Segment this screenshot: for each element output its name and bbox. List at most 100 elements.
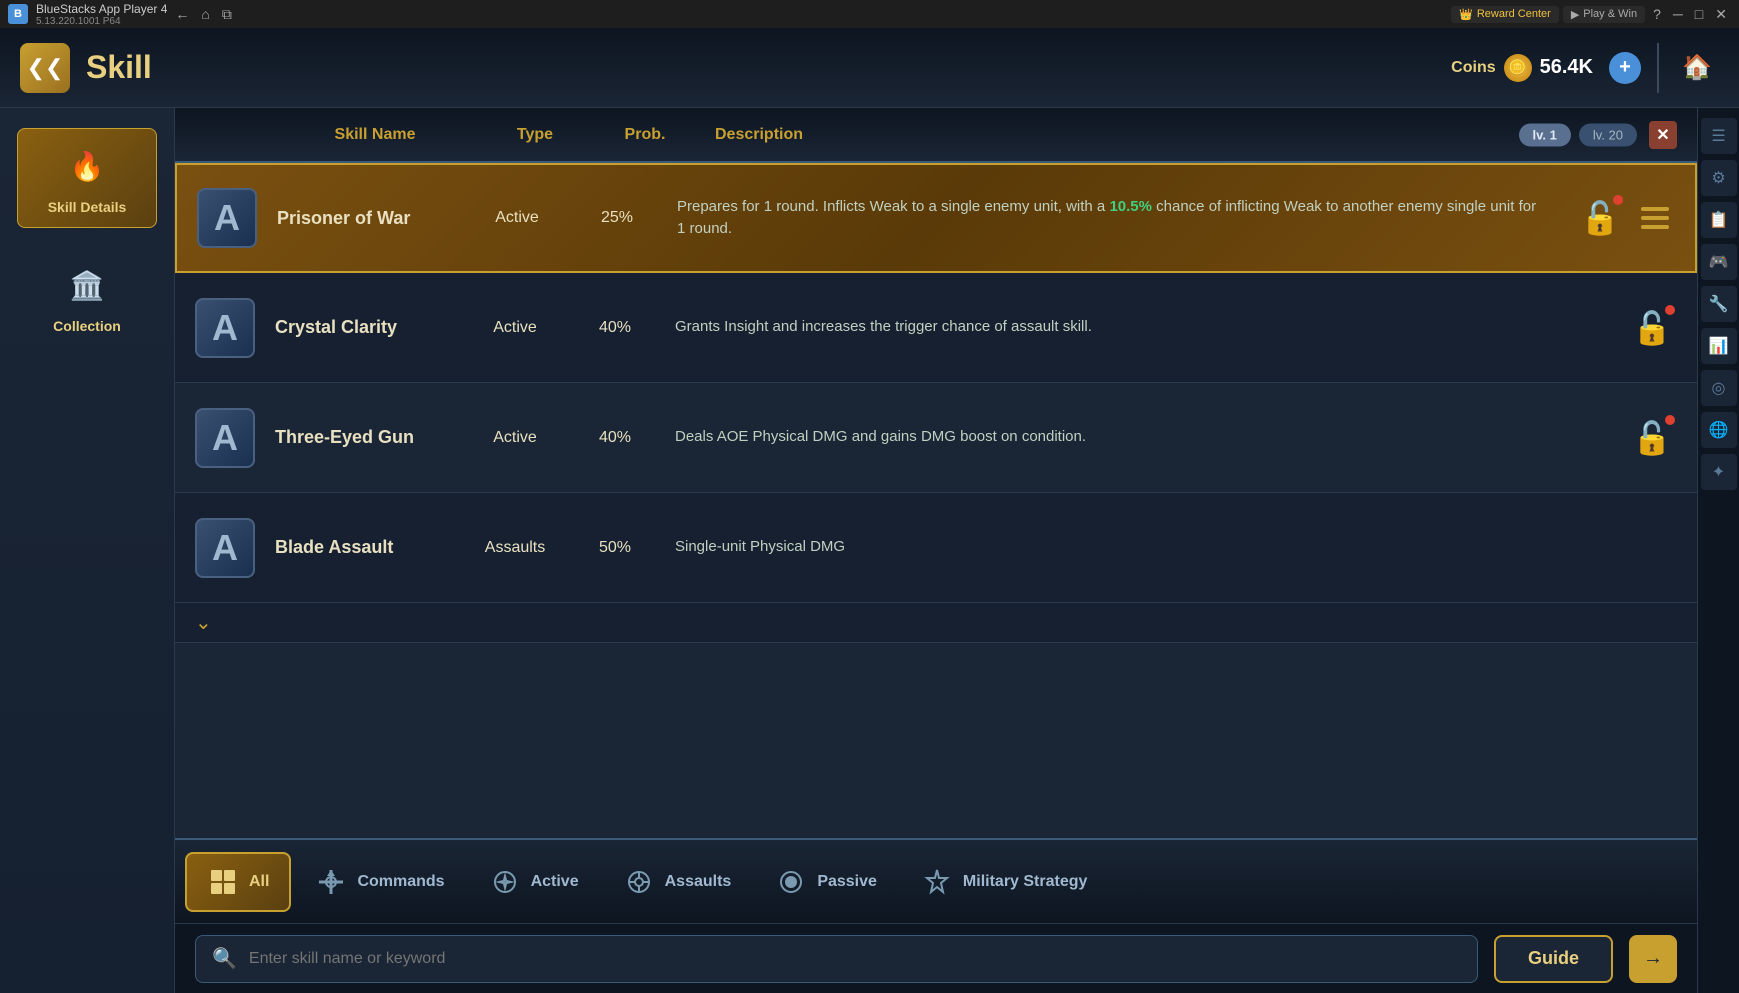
commands-icon bbox=[315, 866, 347, 898]
page-title: Skill bbox=[86, 49, 152, 86]
search-icon: 🔍 bbox=[212, 946, 237, 971]
filter-active-button[interactable]: Active bbox=[469, 852, 599, 912]
skill-lock-3[interactable]: 🔓 bbox=[1627, 413, 1677, 463]
play-win-button[interactable]: ▶ Play & Win bbox=[1563, 6, 1645, 23]
collection-icon: 🏛️ bbox=[62, 260, 112, 310]
coins-amount: 56.4K bbox=[1540, 56, 1593, 79]
panel-icon-8[interactable]: 🌐 bbox=[1701, 412, 1737, 448]
add-coins-button[interactable]: + bbox=[1609, 52, 1641, 84]
filter-military-button[interactable]: Military Strategy bbox=[901, 852, 1107, 912]
content-area: Skill Name Type Prob. Description lv. 1 … bbox=[175, 108, 1697, 993]
skill-desc-2: Grants Insight and increases the trigger… bbox=[655, 316, 1617, 339]
panel-icon-4[interactable]: 🎮 bbox=[1701, 244, 1737, 280]
panel-icon-7[interactable]: ◎ bbox=[1701, 370, 1737, 406]
back-nav-icon[interactable]: ← bbox=[175, 6, 189, 22]
collection-label: Collection bbox=[53, 318, 121, 334]
skill-type-3: Active bbox=[455, 429, 575, 447]
filter-military-label: Military Strategy bbox=[963, 873, 1087, 891]
skill-letter-a-3: A bbox=[195, 408, 255, 468]
home-nav-icon[interactable]: ⌂ bbox=[201, 6, 209, 22]
skill-letter-a-4: A bbox=[195, 518, 255, 578]
skill-type-2: Active bbox=[455, 319, 575, 337]
level-20-pill[interactable]: lv. 20 bbox=[1579, 123, 1637, 146]
coins-display: Coins 🪙 56.4K bbox=[1451, 54, 1593, 82]
close-window-button[interactable]: ✕ bbox=[1711, 6, 1731, 23]
expand-chevron[interactable]: ⌄ bbox=[195, 610, 212, 635]
skill-row-crystal-clarity[interactable]: A Crystal Clarity Active 40% Grants Insi… bbox=[175, 273, 1697, 383]
panel-icon-1[interactable]: ☰ bbox=[1701, 118, 1737, 154]
filter-passive-button[interactable]: Passive bbox=[755, 852, 897, 912]
header-right: Coins 🪙 56.4K + 🏠 bbox=[1451, 43, 1719, 93]
lock-icon-2: 🔓 bbox=[1632, 309, 1672, 347]
all-icon bbox=[207, 866, 239, 898]
col-skill-name: Skill Name bbox=[275, 126, 475, 144]
home-icon: 🏠 bbox=[1682, 53, 1712, 82]
filter-all-label: All bbox=[249, 873, 269, 891]
app-version: 5.13.220.1001 P64 bbox=[36, 16, 167, 27]
skill-prob-3: 40% bbox=[575, 429, 655, 447]
reward-center-button[interactable]: 👑 Reward Center bbox=[1451, 6, 1559, 23]
skill-type-4: Assaults bbox=[455, 539, 575, 557]
skill-row-blade-assault[interactable]: A Blade Assault Assaults 50% Single-unit… bbox=[175, 493, 1697, 603]
level-selector: lv. 1 lv. 20 bbox=[1519, 123, 1637, 146]
title-bar-right: 👑 Reward Center ▶ Play & Win ? ─ □ ✕ bbox=[1451, 6, 1731, 23]
lock-icon-1: 🔓 bbox=[1580, 199, 1620, 237]
filter-all-button[interactable]: All bbox=[185, 852, 291, 912]
panel-icon-2[interactable]: ⚙ bbox=[1701, 160, 1737, 196]
skill-lock-1[interactable]: 🔓 bbox=[1575, 193, 1625, 243]
sidebar: 🔥 Skill Details 🏛️ Collection bbox=[0, 108, 175, 993]
skill-lock-2[interactable]: 🔓 bbox=[1627, 303, 1677, 353]
lock-dot-3 bbox=[1665, 415, 1675, 425]
filter-bar: All Commands bbox=[175, 838, 1697, 923]
close-table-button[interactable]: ✕ bbox=[1649, 121, 1677, 149]
sidebar-item-collection[interactable]: 🏛️ Collection bbox=[17, 248, 157, 346]
skill-menu-1[interactable] bbox=[1635, 198, 1675, 238]
filter-active-label: Active bbox=[531, 873, 579, 891]
sidebar-item-skill-details[interactable]: 🔥 Skill Details bbox=[17, 128, 157, 228]
table-header: Skill Name Type Prob. Description lv. 1 … bbox=[175, 108, 1697, 163]
play-icon: ▶ bbox=[1571, 8, 1579, 21]
filter-assaults-label: Assaults bbox=[665, 873, 732, 891]
menu-line-1b bbox=[1641, 216, 1669, 220]
app-name: BlueStacks App Player 4 bbox=[36, 2, 167, 16]
panel-icon-9[interactable]: ✦ bbox=[1701, 454, 1737, 490]
back-arrow-icon: ❮❮ bbox=[27, 55, 64, 81]
skill-name-1: Prisoner of War bbox=[277, 208, 457, 229]
coin-icon: 🪙 bbox=[1504, 54, 1532, 82]
menu-line-1c bbox=[1641, 225, 1669, 229]
right-panel: ☰ ⚙ 📋 🎮 🔧 📊 ◎ 🌐 ✦ bbox=[1697, 108, 1739, 993]
skill-desc-3: Deals AOE Physical DMG and gains DMG boo… bbox=[655, 426, 1617, 449]
filter-assaults-button[interactable]: Assaults bbox=[603, 852, 752, 912]
skill-details-icon: 🔥 bbox=[62, 141, 112, 191]
panel-icon-3[interactable]: 📋 bbox=[1701, 202, 1737, 238]
refresh-nav-icon[interactable]: ⧉ bbox=[222, 6, 232, 23]
home-button[interactable]: 🏠 bbox=[1675, 46, 1719, 90]
back-button[interactable]: ❮❮ bbox=[20, 43, 70, 93]
skill-type-1: Active bbox=[457, 209, 577, 227]
question-button[interactable]: ? bbox=[1649, 6, 1665, 22]
desc-text-before-1: Prepares for 1 round. Inflicts Weak to a… bbox=[677, 198, 1109, 215]
title-bar-left: B BlueStacks App Player 4 5.13.220.1001 … bbox=[8, 2, 232, 27]
level-1-pill[interactable]: lv. 1 bbox=[1519, 123, 1571, 146]
guide-button[interactable]: Guide bbox=[1494, 935, 1613, 983]
panel-icon-5[interactable]: 🔧 bbox=[1701, 286, 1737, 322]
share-button[interactable]: → bbox=[1629, 935, 1677, 983]
search-input[interactable] bbox=[249, 950, 1461, 968]
military-strategy-icon bbox=[921, 866, 953, 898]
lock-dot-1 bbox=[1613, 195, 1623, 205]
coins-label: Coins bbox=[1451, 59, 1495, 77]
title-bar: B BlueStacks App Player 4 5.13.220.1001 … bbox=[0, 0, 1739, 28]
skill-row-prisoner-of-war[interactable]: A Prisoner of War Active 25% Prepares fo… bbox=[175, 163, 1697, 273]
search-bar: 🔍 Guide → bbox=[175, 923, 1697, 993]
panel-icon-6[interactable]: 📊 bbox=[1701, 328, 1737, 364]
skill-letter-a-2: A bbox=[195, 298, 255, 358]
header-divider bbox=[1657, 43, 1659, 93]
skill-row-three-eyed-gun[interactable]: A Three-Eyed Gun Active 40% Deals AOE Ph… bbox=[175, 383, 1697, 493]
skill-desc-1: Prepares for 1 round. Inflicts Weak to a… bbox=[657, 196, 1565, 241]
maximize-button[interactable]: □ bbox=[1691, 6, 1707, 22]
minimize-button[interactable]: ─ bbox=[1669, 6, 1687, 22]
filter-commands-button[interactable]: Commands bbox=[295, 852, 464, 912]
lock-icon-3: 🔓 bbox=[1632, 419, 1672, 457]
main-layout: 🔥 Skill Details 🏛️ Collection Skill Name… bbox=[0, 108, 1739, 993]
play-win-label: Play & Win bbox=[1583, 8, 1637, 20]
